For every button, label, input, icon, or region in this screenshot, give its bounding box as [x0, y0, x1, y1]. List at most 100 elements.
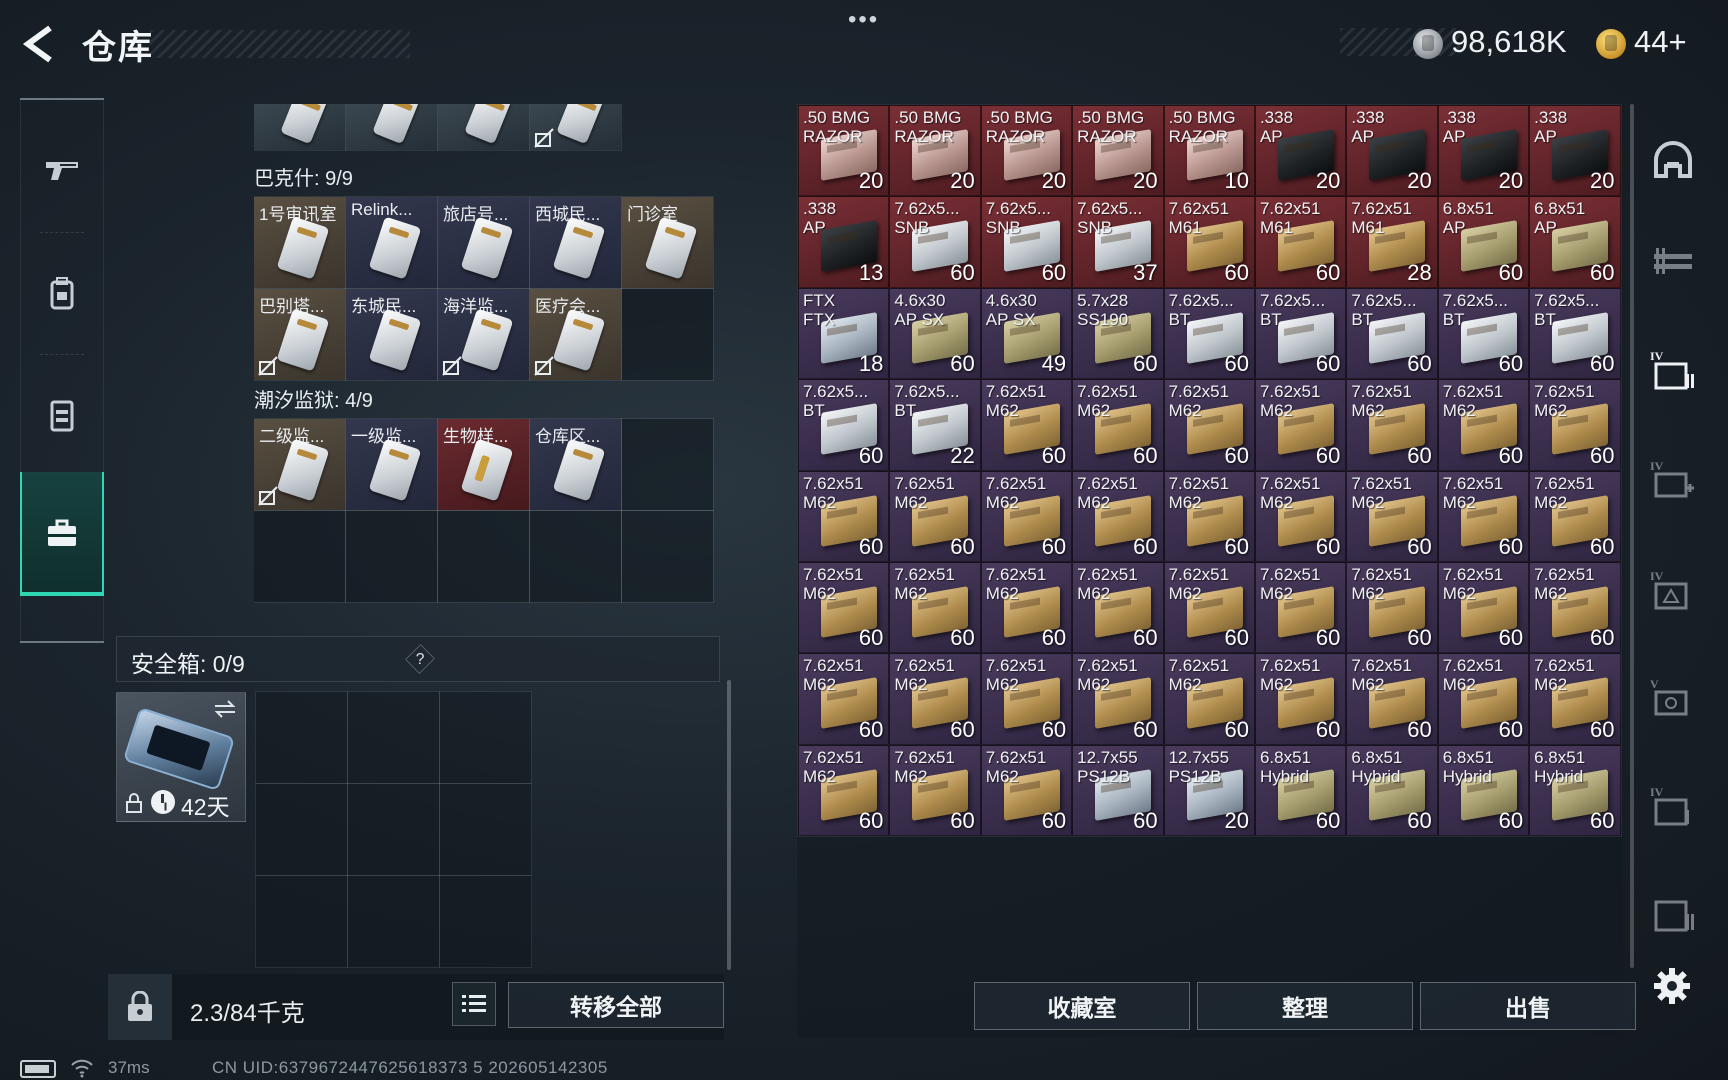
ammo-item[interactable]: 7.62x51 M61 28 — [1346, 196, 1438, 288]
ammo-item[interactable]: .50 BMG RAZOR 10 — [1163, 105, 1255, 197]
ammo-item[interactable]: .338 AP 20 — [1346, 105, 1438, 197]
ammo-item[interactable]: 7.62x51 M62 60 — [1163, 561, 1255, 654]
ammo-item[interactable]: 7.62x51 M62 60 — [1529, 653, 1621, 745]
rifle-rack-icon[interactable] — [1650, 240, 1696, 286]
ammo-item[interactable]: 7.62x51 M62 60 — [1437, 379, 1530, 471]
ammo-item[interactable]: .338 AP 20 — [1437, 105, 1530, 197]
safe-box-grid[interactable] — [255, 691, 532, 968]
ammo-item[interactable]: 7.62x51 M62 60 — [1254, 561, 1347, 654]
archive-box-icon[interactable] — [1650, 892, 1696, 938]
medkit-box-icon[interactable]: IV — [1650, 458, 1696, 504]
empty-slot[interactable] — [254, 510, 346, 603]
ammo-item[interactable]: 7.62x51 M62 60 — [1072, 470, 1164, 562]
ammo-item[interactable]: 7.62x5... SNB 60 — [889, 196, 981, 288]
camera-box-icon[interactable]: V — [1650, 676, 1696, 722]
ammo-item[interactable]: 7.62x51 M62 60 — [1254, 379, 1347, 471]
empty-slot[interactable] — [621, 418, 714, 511]
ammo-item[interactable]: 7.62x51 M62 60 — [1254, 470, 1347, 562]
ammo-item[interactable]: 7.62x51 M62 60 — [1529, 470, 1621, 562]
grenade-box-icon[interactable]: IV — [1650, 568, 1696, 614]
ammo-item[interactable]: 7.62x51 M62 60 — [889, 653, 981, 745]
ammo-item[interactable]: 7.62x5... BT 22 — [889, 379, 981, 471]
empty-slot[interactable] — [345, 510, 438, 603]
ammo-item[interactable]: 5.7x28 SS190 60 — [1072, 287, 1164, 380]
ammo-item[interactable]: 7.62x5... BT 60 — [1254, 287, 1347, 380]
ammo-item[interactable]: 7.62x51 M62 60 — [1346, 470, 1438, 562]
ammo-item[interactable]: 6.8x51 Hybrid 60 — [1437, 744, 1530, 837]
ammo-item[interactable]: 7.62x51 M62 60 — [980, 470, 1073, 562]
ammo-item[interactable]: 7.62x51 M62 60 — [980, 653, 1073, 745]
safe-box-slot[interactable] — [347, 875, 440, 968]
key-card-item[interactable] — [254, 104, 346, 151]
safe-box-slot[interactable] — [439, 783, 532, 876]
ammo-box-icon[interactable]: IV — [1650, 348, 1696, 394]
ammo-grid[interactable]: .50 BMG RAZOR 20.50 BMG RAZOR 20 .50 BMG RA… — [797, 104, 1622, 838]
storage-scrollbar[interactable] — [1630, 104, 1634, 968]
ammo-item[interactable]: 7.62x5... BT 60 — [1437, 287, 1530, 380]
key-card-item[interactable]: 西城民... — [529, 196, 622, 289]
key-card-item[interactable]: 生物样... — [437, 418, 530, 511]
key-card-item[interactable]: 海洋监... — [437, 288, 530, 381]
ammo-item[interactable]: 4.6x30 AP SX 49 — [980, 287, 1073, 380]
more-menu-icon[interactable]: ••• — [848, 6, 879, 34]
safe-box-slot[interactable] — [347, 691, 440, 784]
ammo-item[interactable]: 7.62x51 M62 60 — [889, 561, 981, 654]
ammo-item[interactable]: .50 BMG RAZOR 20 — [798, 105, 890, 197]
ammo-item[interactable]: .338 AP 13 — [798, 196, 890, 288]
ammo-item[interactable]: 7.62x51 M62 60 — [1346, 561, 1438, 654]
key-card-item[interactable] — [345, 104, 438, 151]
list-view-button[interactable] — [452, 982, 496, 1026]
ammo-item[interactable]: 7.62x51 M62 60 — [798, 744, 890, 837]
ammo-item[interactable]: 4.6x30 AP SX 60 — [889, 287, 981, 380]
safe-box-container[interactable]: 42天 — [116, 692, 246, 822]
ammo-item[interactable]: 7.62x51 M62 60 — [1072, 379, 1164, 471]
ammo-item[interactable]: 7.62x51 M62 60 — [798, 561, 890, 654]
ammo-item[interactable]: 7.62x5... BT 60 — [1346, 287, 1438, 380]
empty-slot[interactable] — [529, 510, 622, 603]
ammo-item[interactable]: 7.62x51 M62 60 — [1163, 470, 1255, 562]
helmet-icon[interactable] — [1650, 138, 1696, 184]
ammo-item[interactable]: 7.62x51 M62 60 — [980, 744, 1073, 837]
ammo-item[interactable]: 7.62x51 M62 60 — [1163, 653, 1255, 745]
ammo-item[interactable]: 7.62x51 M62 60 — [980, 561, 1073, 654]
nav-vest[interactable] — [20, 356, 104, 476]
gear-icon[interactable] — [1652, 966, 1692, 1006]
nav-case[interactable] — [20, 472, 104, 596]
ammo-item[interactable]: 7.62x51 M62 60 — [1346, 653, 1438, 745]
sell-button[interactable]: 出售 — [1420, 982, 1636, 1030]
key-card-item[interactable] — [529, 104, 622, 151]
ammo-item[interactable]: .338 AP 20 — [1529, 105, 1621, 197]
ammo-item[interactable]: .50 BMG RAZOR 20 — [889, 105, 981, 197]
ammo-item[interactable]: 7.62x51 M62 60 — [889, 470, 981, 562]
ammo-item[interactable]: 12.7x55 PS12B 60 — [1072, 744, 1164, 837]
safe-box-slot[interactable] — [347, 783, 440, 876]
key-card-item[interactable]: 旅店号... — [437, 196, 530, 289]
sort-button[interactable]: 整理 — [1197, 982, 1413, 1030]
ammo-item[interactable]: 12.7x55 PS12B 20 — [1163, 744, 1255, 837]
key-card-item[interactable]: 巴别塔... — [254, 288, 346, 381]
key-card-item[interactable]: 二级监... — [254, 418, 346, 511]
ammo-item[interactable]: 6.8x51 Hybrid 60 — [1346, 744, 1438, 837]
safe-box-slot[interactable] — [255, 875, 348, 968]
safe-box-slot[interactable] — [439, 875, 532, 968]
key-card-item[interactable]: 门诊室 — [621, 196, 714, 289]
ammo-item[interactable]: 7.62x51 M62 60 — [980, 379, 1073, 471]
ammo-item[interactable]: 7.62x51 M62 60 — [798, 653, 890, 745]
ammo-item[interactable]: 7.62x51 M62 60 — [1529, 379, 1621, 471]
ammo-item[interactable]: 7.62x5... BT 60 — [1163, 287, 1255, 380]
stash-panel[interactable]: 巴克什: 9/9 1号审讯室 Relink... 旅店号... 西城民... 门诊室 巴别… — [254, 104, 714, 604]
ammo-item[interactable]: 7.62x51 M62 60 — [1254, 653, 1347, 745]
key-card-item[interactable]: 一级监... — [345, 418, 438, 511]
key-card-item[interactable]: Relink... — [345, 196, 438, 289]
ammo-item[interactable]: 7.62x51 M62 60 — [798, 470, 890, 562]
ammo-item[interactable]: 6.8x51 Hybrid 60 — [1254, 744, 1347, 837]
ammo-item[interactable]: 7.62x51 M62 60 — [889, 744, 981, 837]
collection-room-button[interactable]: 收藏室 — [974, 982, 1190, 1030]
key-card-item[interactable]: 东城民... — [345, 288, 438, 381]
ammo-item[interactable]: 7.62x51 M62 60 — [1072, 653, 1164, 745]
ammo-item[interactable]: 7.62x51 M62 60 — [1072, 561, 1164, 654]
ammo-item[interactable]: 7.62x51 M62 60 — [1437, 561, 1530, 654]
transfer-all-button[interactable]: 转移全部 — [508, 982, 724, 1028]
key-card-item[interactable]: 1号审讯室 — [254, 196, 346, 289]
ammo-item[interactable]: 6.8x51 AP 60 — [1529, 196, 1621, 288]
